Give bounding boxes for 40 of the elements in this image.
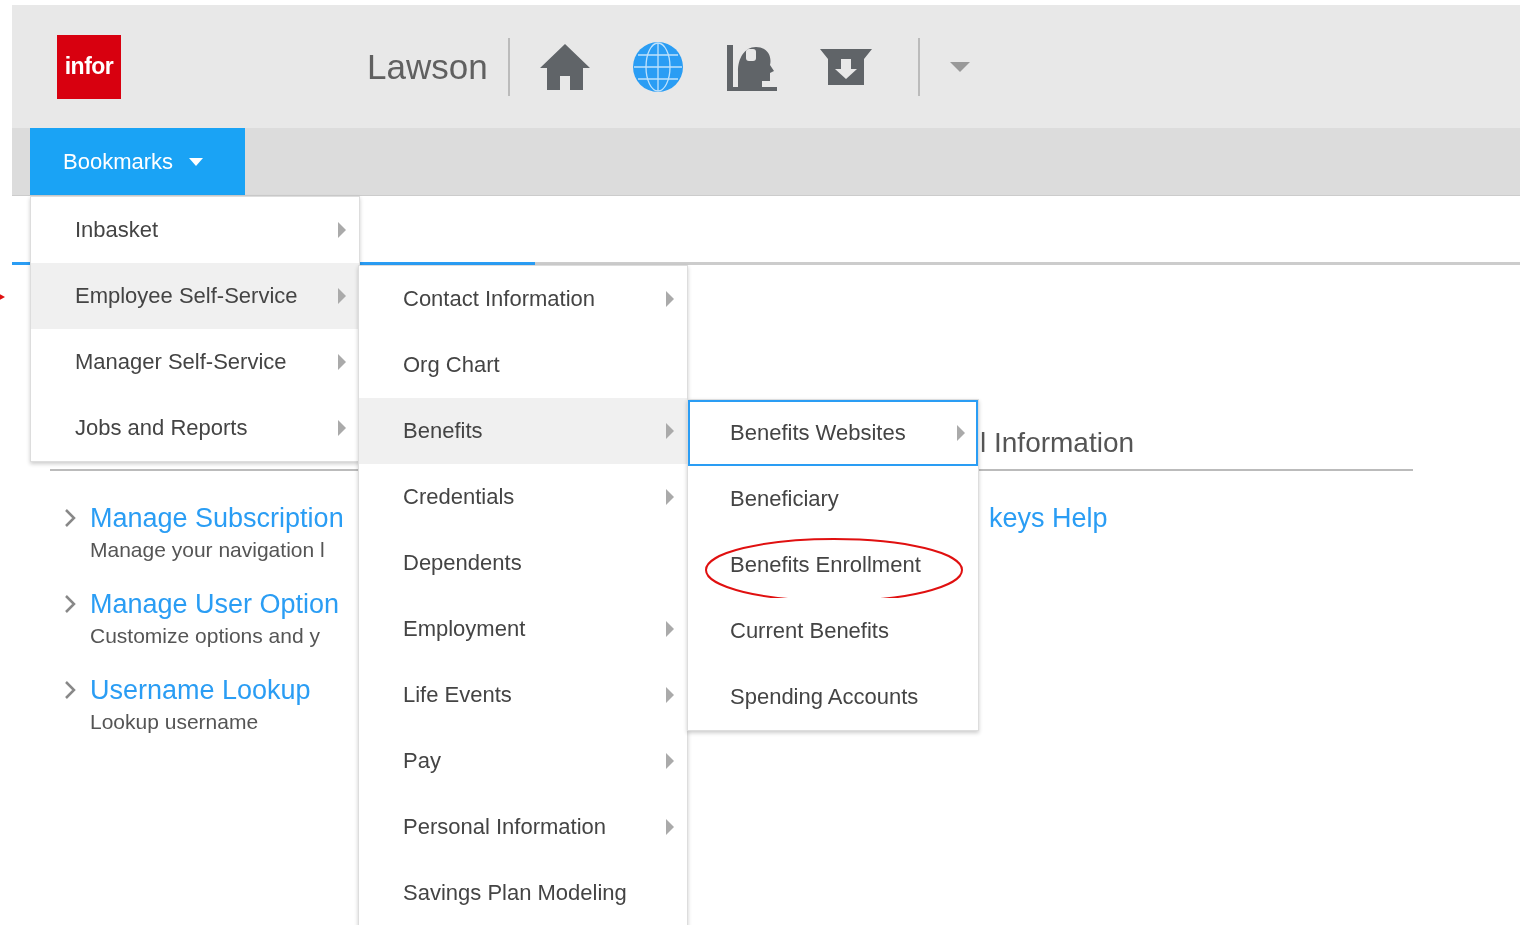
- menu-item[interactable]: Benefits Enrollment: [688, 532, 978, 598]
- logo: infor: [57, 34, 121, 99]
- menu-item[interactable]: Dependents: [359, 530, 687, 596]
- menu-item[interactable]: Employment: [359, 596, 687, 662]
- menu-item[interactable]: Contact Information: [359, 266, 687, 332]
- submenu-arrow-icon: [665, 818, 675, 836]
- submenu-arrow-icon: [665, 620, 675, 638]
- menu-item[interactable]: Inbasket: [31, 197, 359, 263]
- section-heading: l Information: [980, 427, 1135, 459]
- menu-item[interactable]: Credentials: [359, 464, 687, 530]
- menu-item[interactable]: Jobs and Reports: [31, 395, 359, 461]
- download-box-icon[interactable]: [817, 46, 874, 87]
- chevron-icon: [64, 680, 76, 700]
- menu-item[interactable]: Benefits: [359, 398, 687, 464]
- submenu-arrow-icon: [665, 422, 675, 440]
- menu-item[interactable]: Savings Plan Modeling: [359, 860, 687, 925]
- chevron-icon: [64, 594, 76, 614]
- menu-item[interactable]: Personal Information: [359, 794, 687, 860]
- menu-item[interactable]: Current Benefits: [688, 598, 978, 664]
- submenu-arrow-icon: [956, 424, 966, 442]
- submenu-arrow-icon: [337, 353, 347, 371]
- submenu-arrow-icon: [337, 419, 347, 437]
- menu-item[interactable]: Beneficiary: [688, 466, 978, 532]
- menu-item[interactable]: Life Events: [359, 662, 687, 728]
- submenu-arrow-icon: [665, 752, 675, 770]
- app-title: Lawson: [367, 37, 510, 96]
- submenu-arrow-icon: [665, 686, 675, 704]
- menu-item[interactable]: Pay: [359, 728, 687, 794]
- menu-item[interactable]: Benefits Websites: [688, 400, 978, 466]
- link-description: Manage your navigation l: [90, 537, 325, 563]
- submenu-arrow-icon: [337, 221, 347, 239]
- link-description: Lookup username: [90, 709, 259, 735]
- submenu-arrow-icon: [665, 488, 675, 506]
- link-description: Customize options and y: [90, 623, 320, 649]
- caret-icon: [189, 157, 204, 166]
- menu-item[interactable]: Spending Accounts: [688, 664, 978, 730]
- menu-item[interactable]: Org Chart: [359, 332, 687, 398]
- chevron-icon: [64, 508, 76, 528]
- submenu-arrow-icon: [337, 287, 347, 305]
- submenu-arrow-icon: [665, 290, 675, 308]
